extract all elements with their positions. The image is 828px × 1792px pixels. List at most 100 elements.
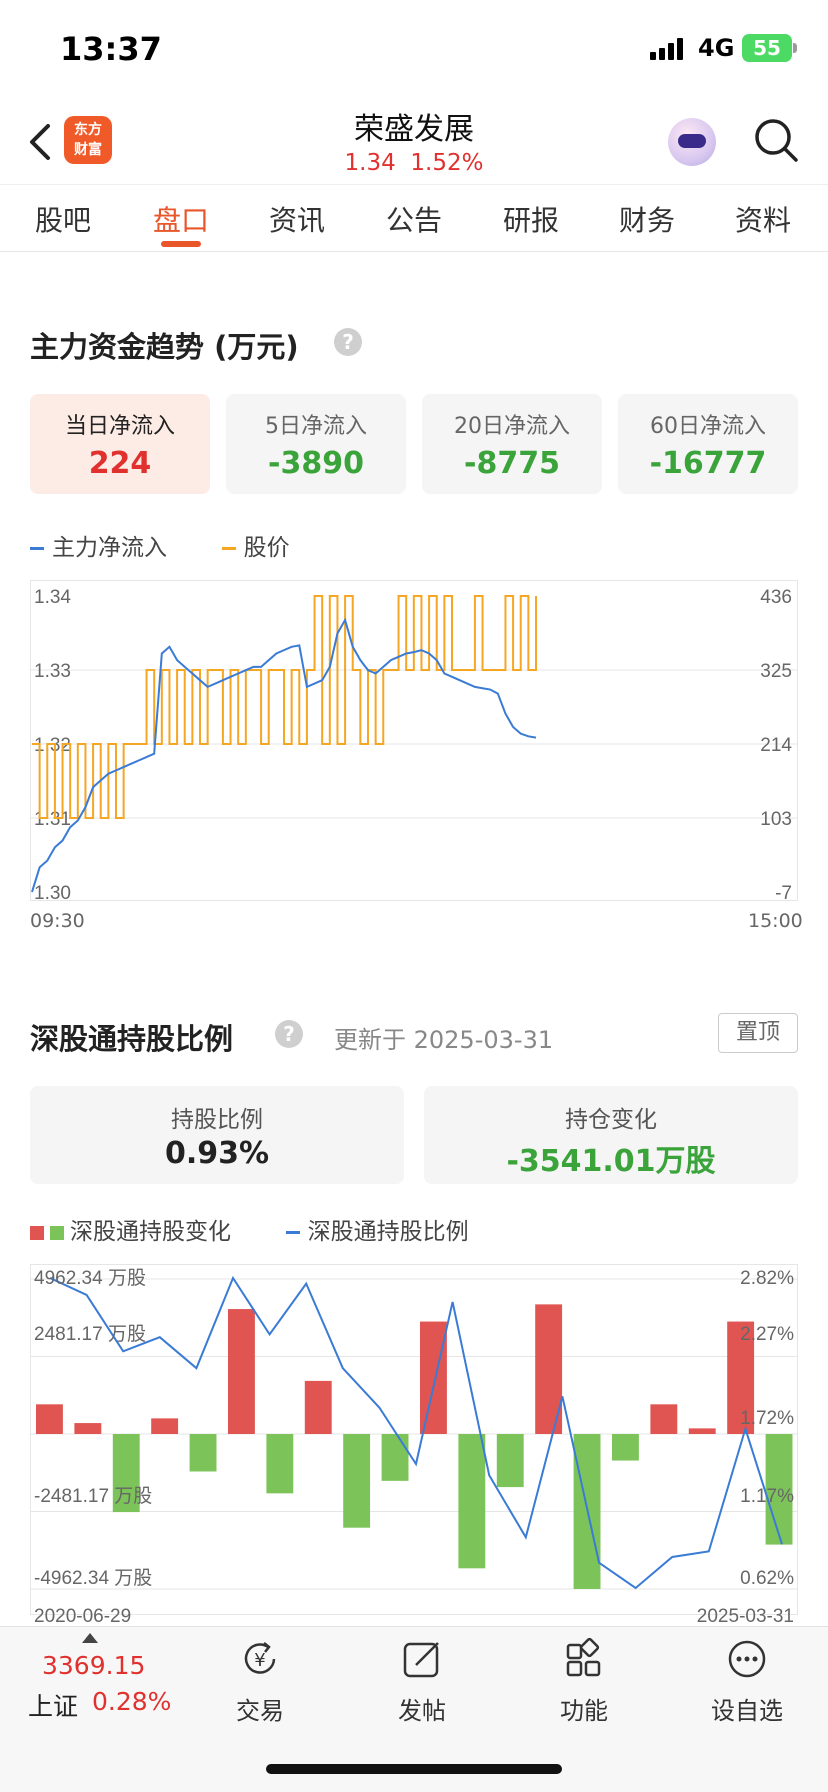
battery-tip [793, 43, 797, 53]
y-left-tick: -2481.17 万股 [34, 1486, 152, 1507]
compose-icon [403, 1642, 439, 1678]
svg-text:¥: ¥ [254, 1650, 265, 1671]
x-end-tick: 2025-03-31 [697, 1606, 794, 1626]
flow-card-today[interactable]: 当日净流入 224 [30, 394, 210, 494]
holding-change-label: 持仓变化 [565, 1107, 657, 1133]
flow-card-label: 5日净流入 [265, 414, 367, 439]
legend-flow-label: 主力净流入 [52, 535, 167, 561]
y-right-tick: 2.82% [740, 1268, 794, 1289]
nav-add-watchlist[interactable]: 设自选 [692, 1637, 802, 1727]
tab-guba[interactable]: 股吧 [18, 199, 108, 239]
trade-icon: ¥ [244, 1642, 276, 1674]
tab-finance[interactable]: 财务 [602, 199, 692, 239]
stock-header: 东方 财富 荣盛发展 1.34 1.52% [0, 100, 828, 184]
holding-change-bar [266, 1434, 294, 1494]
home-indicator [266, 1764, 562, 1774]
legend-down-swatch [50, 1225, 64, 1240]
active-tab-indicator [161, 241, 201, 247]
legend-up-swatch [30, 1225, 44, 1240]
flow-card-5d[interactable]: 5日净流入 -3890 [226, 394, 406, 494]
status-bar: 13:37 4G 55 [0, 0, 828, 100]
flow-card-label: 60日净流入 [650, 414, 766, 439]
fund-flow-title: 主力资金趋势 (万元) [30, 330, 299, 364]
flow-card-value: 224 [88, 446, 152, 481]
holding-change-bar [496, 1434, 524, 1488]
legend-flow-swatch [30, 547, 44, 550]
index-value[interactable]: 3369.15 [42, 1651, 145, 1680]
holding-change-bar [650, 1404, 678, 1434]
stock-price: 1.34 [344, 150, 396, 176]
holding-change-bar [74, 1423, 102, 1434]
flow-chart-x-start: 09:30 [30, 910, 85, 932]
holding-change-bar [304, 1380, 332, 1434]
holding-change-value: -3541.01万股 [506, 1144, 716, 1179]
y-right-tick: 325 [760, 661, 792, 682]
y-left-tick: 1.33 [34, 661, 71, 682]
holding-change-bar [420, 1321, 447, 1434]
nav-compose[interactable]: 发帖 [367, 1637, 477, 1727]
holding-change-bar [688, 1428, 716, 1434]
holding-change-bar [343, 1434, 371, 1528]
legend-price-swatch [221, 547, 236, 550]
battery-icon: 55 [742, 34, 792, 62]
holding-change-bar [381, 1434, 409, 1481]
fund-flow-legend: 主力净流入 股价 [30, 528, 290, 562]
flow-card-20d[interactable]: 20日净流入 -8775 [422, 394, 602, 494]
tab-news[interactable]: 资讯 [252, 199, 342, 239]
y-right-tick: 1.17% [740, 1486, 794, 1507]
nav-label: 发帖 [398, 1697, 446, 1725]
expand-up-icon[interactable] [82, 1633, 98, 1643]
assistant-robot-icon[interactable] [668, 118, 716, 166]
holding-change-bar [36, 1404, 63, 1434]
holding-change-bar [189, 1434, 217, 1472]
hk-connect-legend: 深股通持股变化 深股通持股比例 [30, 1212, 469, 1246]
holding-ratio-value: 0.93% [164, 1136, 270, 1171]
help-icon[interactable]: ? [334, 328, 362, 356]
y-right-tick: 1.72% [740, 1408, 794, 1429]
stock-change: 1.52% [410, 150, 484, 176]
flow-card-60d[interactable]: 60日净流入 -16777 [618, 394, 798, 494]
holding-change-bar [228, 1309, 255, 1434]
index-name[interactable]: 上证 [28, 1687, 78, 1723]
pin-top-button[interactable]: 置顶 [718, 1013, 798, 1053]
flow-chart-x-end: 15:00 [748, 910, 803, 932]
network-type: 4G [698, 34, 735, 62]
holding-change-bar [612, 1434, 639, 1461]
hk-connect-chart: 4962.34 万股 2481.17 万股 -2481.17 万股 -4962.34 … [30, 1264, 798, 1626]
tab-profile[interactable]: 资料 [718, 199, 808, 239]
y-right-tick: 214 [760, 735, 792, 756]
y-right-tick: 103 [760, 809, 792, 830]
holding-ratio-card: 持股比例 0.93% [30, 1086, 404, 1184]
y-right-tick: 0.62% [740, 1568, 794, 1589]
nav-trade[interactable]: ¥ 交易 [205, 1637, 315, 1727]
nav-functions[interactable]: 功能 [529, 1637, 639, 1727]
hk-connect-title: 深股通持股比例 [30, 1022, 234, 1056]
holding-change-card: 持仓变化 -3541.01万股 [424, 1086, 798, 1184]
tab-research[interactable]: 研报 [486, 199, 576, 239]
search-icon[interactable] [752, 116, 800, 164]
tab-bar: 股吧 盘口 资讯 公告 研报 财务 资料 [0, 184, 828, 252]
y-right-tick: 436 [760, 587, 792, 608]
flow-card-value: -3890 [268, 446, 364, 481]
flow-card-label: 当日净流入 [64, 414, 175, 439]
chart-border [30, 1264, 798, 1615]
y-right-tick: 2.27% [740, 1324, 794, 1345]
y-left-tick: 4962.34 万股 [34, 1268, 146, 1289]
legend-bars-label: 深股通持股变化 [70, 1219, 231, 1245]
nav-label: 功能 [560, 1697, 608, 1725]
flow-card-label: 20日净流入 [454, 414, 570, 439]
help-icon[interactable]: ? [275, 1020, 303, 1048]
fund-flow-chart: 1.34 4361.33 3251.32 2141.31 1031.30 -7 [30, 580, 798, 904]
holding-change-bar [458, 1434, 486, 1569]
more-icon [728, 1640, 766, 1678]
legend-line-swatch [285, 1231, 300, 1234]
x-start-tick: 2020-06-29 [34, 1606, 131, 1626]
legend-line-label: 深股通持股比例 [307, 1219, 469, 1245]
tab-pankou[interactable]: 盘口 [136, 199, 226, 239]
index-change[interactable]: 0.28% [92, 1687, 171, 1716]
tab-announcements[interactable]: 公告 [369, 199, 459, 239]
status-time: 13:37 [60, 30, 162, 68]
robot-visor [678, 134, 706, 148]
holding-ratio-label: 持股比例 [171, 1107, 263, 1133]
nav-label: 交易 [236, 1697, 284, 1725]
